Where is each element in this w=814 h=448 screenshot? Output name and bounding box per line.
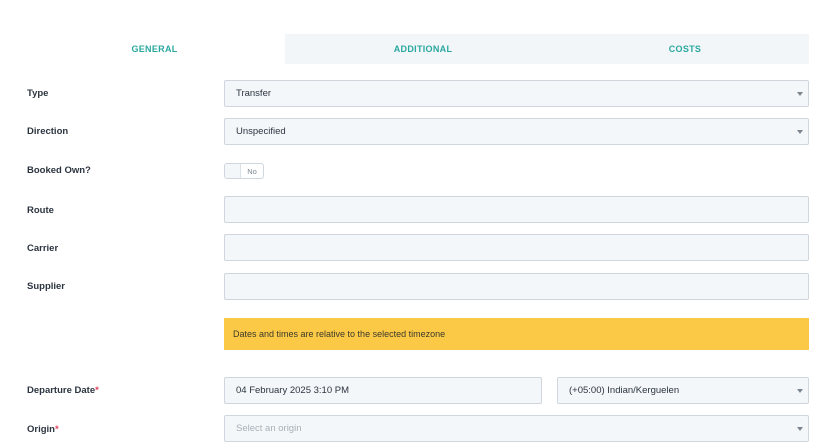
route-label: Route bbox=[27, 205, 54, 216]
tab-additional[interactable]: ADDITIONAL bbox=[285, 34, 561, 64]
supplier-label: Supplier bbox=[27, 281, 66, 292]
booked-own-toggle[interactable]: No bbox=[224, 163, 264, 179]
timezone-value: (+05:00) Indian/Kerguelen bbox=[569, 385, 680, 396]
tab-costs[interactable]: COSTS bbox=[561, 34, 809, 64]
origin-label: Origin* bbox=[27, 424, 59, 435]
toggle-knob bbox=[225, 164, 241, 178]
route-input[interactable] bbox=[224, 196, 809, 223]
chevron-down-icon bbox=[797, 92, 803, 96]
departure-date-input[interactable]: 04 February 2025 3:10 PM bbox=[224, 377, 542, 404]
timezone-notice: Dates and times are relative to the sele… bbox=[224, 318, 809, 350]
booking-form-page: GENERAL ADDITIONAL COSTS Type Transfer D… bbox=[0, 0, 814, 448]
departure-date-value: 04 February 2025 3:10 PM bbox=[236, 385, 350, 396]
tab-bar: GENERAL ADDITIONAL COSTS bbox=[24, 34, 809, 64]
chevron-down-icon bbox=[797, 130, 803, 134]
type-label: Type bbox=[27, 88, 49, 99]
origin-placeholder: Select an origin bbox=[236, 423, 302, 434]
timezone-select[interactable]: (+05:00) Indian/Kerguelen bbox=[557, 377, 809, 404]
type-select[interactable]: Transfer bbox=[224, 80, 809, 107]
supplier-input[interactable] bbox=[224, 273, 809, 300]
tab-general[interactable]: GENERAL bbox=[24, 34, 285, 64]
carrier-input[interactable] bbox=[224, 234, 809, 261]
departure-date-label: Departure Date* bbox=[27, 385, 99, 396]
type-value: Transfer bbox=[236, 88, 272, 99]
direction-value: Unspecified bbox=[236, 126, 286, 137]
direction-label: Direction bbox=[27, 126, 69, 137]
chevron-down-icon bbox=[797, 389, 803, 393]
chevron-down-icon bbox=[797, 427, 803, 431]
origin-select[interactable]: Select an origin bbox=[224, 415, 809, 442]
direction-select[interactable]: Unspecified bbox=[224, 118, 809, 145]
toggle-state-text: No bbox=[247, 166, 257, 176]
carrier-label: Carrier bbox=[27, 243, 59, 254]
booked-own-label: Booked Own? bbox=[27, 165, 91, 176]
required-mark: * bbox=[54, 424, 59, 435]
departure-date-label-text: Departure Date bbox=[27, 385, 96, 396]
origin-label-text: Origin bbox=[27, 424, 55, 435]
required-mark: * bbox=[95, 385, 99, 396]
